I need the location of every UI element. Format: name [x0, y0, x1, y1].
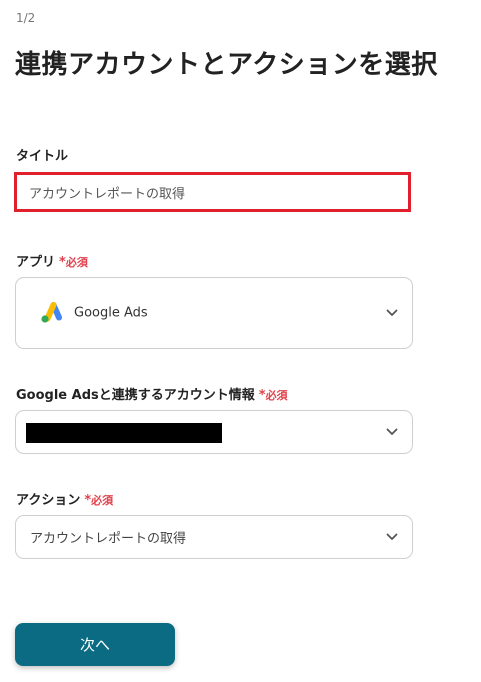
redacted-account-value — [26, 423, 222, 443]
action-field-label: アクション *必須 — [16, 489, 113, 508]
chevron-down-icon — [386, 533, 398, 540]
app-select[interactable]: Google Ads — [15, 277, 413, 349]
app-field-label: アプリ *必須 — [16, 251, 88, 270]
account-select[interactable] — [15, 410, 413, 454]
required-badge: *必須 — [59, 255, 88, 270]
chevron-down-icon — [386, 428, 398, 435]
step-indicator: 1/2 — [16, 11, 36, 25]
required-text: 必須 — [265, 389, 288, 402]
account-field-label: Google Adsと連携するアカウント情報 *必須 — [16, 384, 288, 403]
required-badge: *必須 — [258, 388, 288, 403]
form-page: 1/2 連携アカウントとアクションを選択 タイトル アプリ*必須 Google … — [0, 0, 481, 682]
next-button[interactable]: 次へ — [15, 623, 175, 666]
title-label-text: タイトル — [16, 149, 69, 164]
title-input[interactable] — [14, 172, 411, 212]
action-select[interactable]: アカウントレポートの取得 — [15, 515, 413, 559]
app-select-value: Google Ads — [74, 305, 148, 321]
action-label-text: アクション — [16, 493, 81, 508]
account-label-text: Google Adsと連携するアカウント情報 — [16, 388, 255, 403]
title-field-label: タイトル — [16, 145, 68, 164]
google-ads-logo-icon — [41, 302, 62, 323]
app-label-text: アプリ — [16, 255, 56, 270]
required-text: 必須 — [65, 256, 88, 269]
required-asterisk: * — [59, 255, 66, 270]
action-select-value: アカウントレポートの取得 — [30, 531, 187, 547]
required-asterisk: * — [258, 388, 266, 403]
page-title: 連携アカウントとアクションを選択 — [15, 50, 438, 80]
required-badge: *必須 — [84, 493, 114, 508]
required-text: 必須 — [91, 494, 114, 507]
chevron-down-icon — [386, 309, 398, 316]
